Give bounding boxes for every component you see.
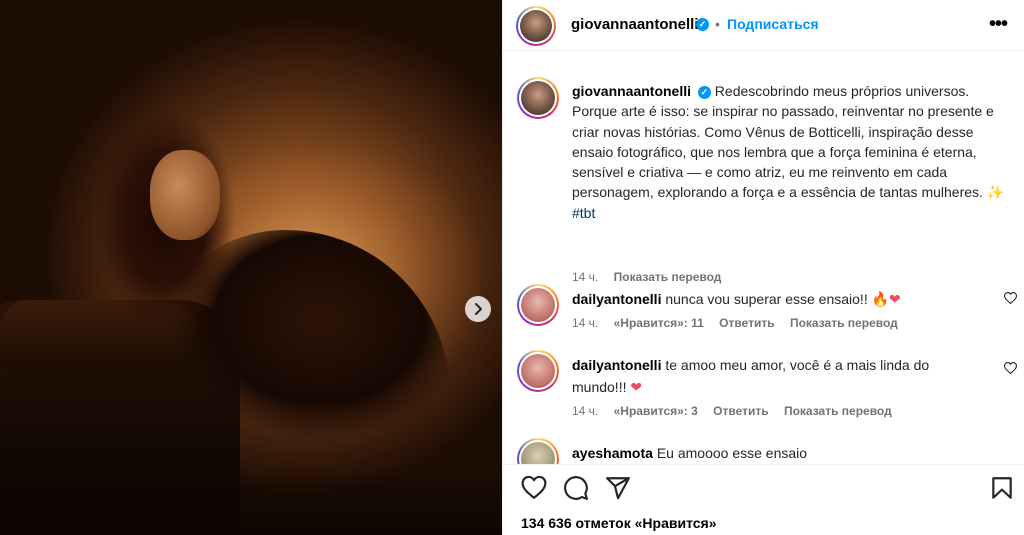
comment-username[interactable]: ayeshamota: [572, 445, 653, 461]
sparkle-emoji: ✨: [986, 184, 1005, 201]
hashtag-link[interactable]: #tbt: [572, 203, 1012, 223]
comments-scroll[interactable]: giovannaantonelli ✓ Redescobrindo meus p…: [503, 52, 1024, 464]
verified-icon: ✓: [696, 18, 709, 31]
post-panel: giovannaantonelli ✓ • Подписаться ••• gi…: [502, 0, 1024, 535]
verified-icon: ✓: [697, 86, 711, 99]
comment-icon[interactable]: [563, 475, 589, 501]
comment-emoji: ❤: [630, 379, 643, 395]
header-username[interactable]: giovannaantonelli: [571, 16, 699, 33]
avatar[interactable]: [517, 438, 559, 464]
comment-emoji: 🔥❤: [871, 291, 901, 307]
caption-body: Redescobrindo meus próprios universos. P…: [572, 83, 994, 201]
avatar[interactable]: [516, 6, 556, 46]
carousel-next-button[interactable]: [465, 296, 491, 322]
translate-button[interactable]: Показать перевод: [784, 404, 892, 418]
heart-icon[interactable]: [521, 475, 547, 501]
comment-time[interactable]: 14 ч.: [572, 316, 598, 330]
follow-button[interactable]: Подписаться: [727, 16, 819, 32]
comment-body: nunca vou superar esse ensaio!!: [665, 291, 868, 307]
caption-username[interactable]: giovannaantonelli: [572, 83, 691, 99]
comment-text: dailyantonelli te amoo meu amor, você é …: [572, 354, 952, 398]
likes-count[interactable]: 134 636 отметок «Нравится»: [521, 515, 717, 531]
caption-meta: 14 ч. Показать перевод: [572, 270, 733, 284]
translate-button[interactable]: Показать перевод: [790, 316, 898, 330]
heart-icon[interactable]: [1004, 292, 1017, 304]
reply-button[interactable]: Ответить: [719, 316, 774, 330]
post-header: giovannaantonelli ✓ • Подписаться •••: [503, 0, 1024, 51]
more-options-icon[interactable]: •••: [989, 14, 1008, 34]
comment-username[interactable]: dailyantonelli: [572, 357, 661, 373]
post-photo[interactable]: [0, 0, 502, 535]
heart-icon[interactable]: [1004, 362, 1017, 374]
separator-dot: •: [715, 16, 720, 32]
avatar[interactable]: [517, 77, 559, 119]
comment-likes[interactable]: «Нравится»: 3: [614, 404, 698, 418]
bookmark-icon[interactable]: [989, 475, 1015, 501]
share-icon[interactable]: [605, 475, 631, 501]
comment-meta: 14 ч. «Нравится»: 3 Ответить Показать пе…: [572, 404, 904, 418]
comment-likes[interactable]: «Нравится»: 11: [614, 316, 704, 330]
avatar[interactable]: [517, 284, 559, 326]
photo-face: [150, 150, 220, 240]
comment-time[interactable]: 14 ч.: [572, 404, 598, 418]
comment-text: ayeshamota Eu amoooo esse ensaio: [572, 442, 952, 464]
comment-text: dailyantonelli nunca vou superar esse en…: [572, 288, 952, 310]
avatar[interactable]: [517, 350, 559, 392]
reply-button[interactable]: Ответить: [713, 404, 768, 418]
caption-time[interactable]: 14 ч.: [572, 270, 598, 284]
comment-username[interactable]: dailyantonelli: [572, 291, 661, 307]
caption-text: giovannaantonelli ✓ Redescobrindo meus p…: [572, 81, 1012, 223]
translate-button[interactable]: Показать перевод: [614, 270, 722, 284]
comment-meta: 14 ч. «Нравится»: 11 Ответить Показать п…: [572, 316, 910, 330]
comment-body: Eu amoooo esse ensaio: [656, 445, 808, 461]
chevron-right-icon: [475, 303, 482, 315]
photo-floor: [0, 470, 502, 535]
